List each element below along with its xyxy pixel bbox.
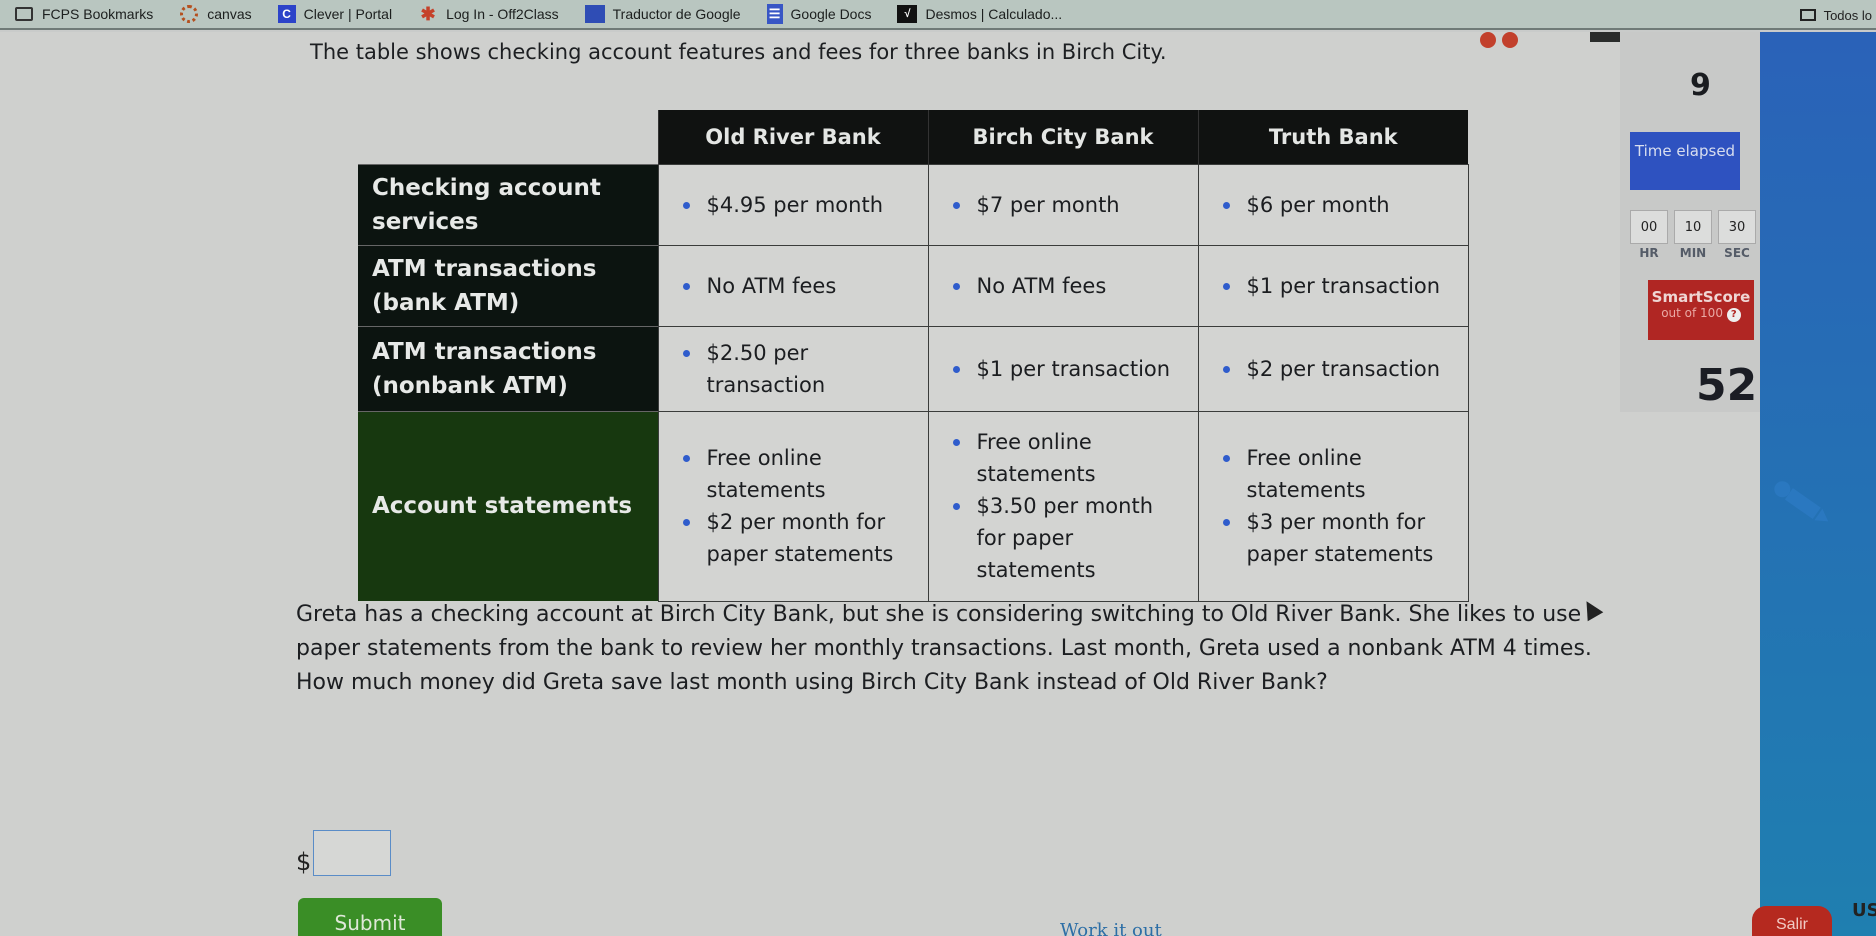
bookmark-label: Desmos | Calculado... xyxy=(925,6,1063,22)
all-bookmarks-label: Todos lo xyxy=(1823,7,1872,23)
question-text: Greta has a checking account at Birch Ci… xyxy=(296,602,1592,695)
cell-item: $2.50 per transaction xyxy=(681,337,912,401)
bookmark-off2class[interactable]: ✱ Log In - Off2Class xyxy=(418,3,559,24)
table-row: Checking account services $4.95 per mont… xyxy=(358,163,1469,246)
timer-label-sec: SEC xyxy=(1724,246,1750,260)
bookmark-clever[interactable]: C Clever | Portal xyxy=(277,5,393,23)
row-header: ATM transactions (nonbank ATM) xyxy=(358,325,658,411)
cell-item: $2 per transaction xyxy=(1221,353,1452,385)
timer-labels: HR MIN SEC xyxy=(1630,246,1756,260)
smartscore-box: SmartScore out of 100 ? xyxy=(1648,280,1754,340)
table-row: ATM transactions (bank ATM) No ATM fees … xyxy=(358,244,1469,327)
answer-row: $ xyxy=(296,830,392,876)
bookmark-traductor[interactable]: Traductor de Google xyxy=(584,5,741,23)
timer-label-min: MIN xyxy=(1679,246,1707,260)
bookmark-label: Log In - Off2Class xyxy=(446,6,559,22)
dot-icon xyxy=(1502,32,1518,48)
cell-item: $6 per month xyxy=(1221,189,1452,221)
bookmarks-folder-icon xyxy=(1799,9,1816,21)
bookmark-desmos[interactable]: √ Desmos | Calculado... xyxy=(897,5,1062,23)
exit-button[interactable]: Salir xyxy=(1752,906,1832,936)
smartscore-title: SmartScore xyxy=(1651,288,1751,306)
column-header: Birch City Bank xyxy=(927,110,1198,164)
column-header: Truth Bank xyxy=(1197,110,1468,164)
cell-item: No ATM fees xyxy=(681,270,912,302)
timer-label-hr: HR xyxy=(1639,246,1659,260)
bookmark-label: Clever | Portal xyxy=(303,6,393,22)
column-header: Old River Bank xyxy=(657,110,928,164)
google-docs-icon: ☰ xyxy=(766,4,783,24)
bookmark-label: Traductor de Google xyxy=(612,6,741,22)
bookmark-canvas[interactable]: canvas xyxy=(179,5,252,23)
all-bookmarks[interactable]: Todos lo xyxy=(1799,0,1876,30)
problem-intro: The table shows checking account feature… xyxy=(310,40,1167,64)
bookmark-google-docs[interactable]: ☰ Google Docs xyxy=(766,4,872,24)
table-cell: $1 per transaction xyxy=(1197,244,1469,327)
table-row: Account statements Free online statement… xyxy=(358,410,1469,602)
bank-fees-table: Old River Bank Birch City Bank Truth Ban… xyxy=(358,110,1469,602)
bookmark-label: FCPS Bookmarks xyxy=(42,6,154,22)
table-cell: Free online statements $2 per month for … xyxy=(657,410,929,602)
question-number: 9 xyxy=(1690,68,1711,103)
bookmark-fcps[interactable]: FCPS Bookmarks xyxy=(14,5,153,23)
table-cell: Free online statements $3.50 per month f… xyxy=(927,410,1199,602)
timer-seconds: 30 xyxy=(1718,210,1756,244)
table-cell: $2.50 per transaction xyxy=(657,325,929,412)
answer-input[interactable] xyxy=(313,830,392,876)
row-header: Account statements xyxy=(358,410,658,601)
folder-icon xyxy=(14,5,34,23)
cell-item: $3.50 per month for paper statements xyxy=(951,490,1182,586)
clever-icon: C xyxy=(277,5,296,23)
table-cell: $1 per transaction xyxy=(927,325,1199,412)
bookmark-label: canvas xyxy=(207,6,252,22)
table-corner xyxy=(358,110,658,164)
table-cell: $6 per month xyxy=(1197,163,1469,246)
cell-item: $4.95 per month xyxy=(681,189,912,221)
timer-hours: 00 xyxy=(1630,210,1668,244)
dollar-sign: $ xyxy=(296,848,312,876)
cell-item: $1 per transaction xyxy=(1221,270,1452,302)
smartscore-subtitle: out of 100 xyxy=(1661,306,1723,320)
corner-text: US xyxy=(1852,900,1876,921)
desmos-icon: √ xyxy=(897,5,918,23)
cell-item: $1 per transaction xyxy=(951,353,1182,385)
google-translate-icon xyxy=(584,5,605,23)
table-row: ATM transactions (nonbank ATM) $2.50 per… xyxy=(358,325,1469,412)
submit-button[interactable]: Submit xyxy=(298,898,442,936)
table-cell: $2 per transaction xyxy=(1197,325,1469,412)
help-icon[interactable]: ? xyxy=(1726,308,1741,322)
canvas-icon xyxy=(179,5,199,23)
cell-item: Free online statements xyxy=(1221,442,1452,506)
table-cell: No ATM fees xyxy=(927,244,1199,327)
bookmark-label: Google Docs xyxy=(790,6,872,22)
table-cell: $7 per month xyxy=(927,163,1199,246)
work-it-out-link[interactable]: Work it out xyxy=(1060,920,1162,936)
loading-dots xyxy=(1480,32,1518,48)
cell-item: Free online statements xyxy=(681,442,912,506)
timer-minutes: 10 xyxy=(1674,210,1712,244)
row-header: ATM transactions (bank ATM) xyxy=(358,244,658,326)
table-cell: $4.95 per month xyxy=(657,163,929,246)
off2class-icon: ✱ xyxy=(420,3,436,24)
cell-item: $3 per month for paper statements xyxy=(1221,506,1452,570)
cell-item: $2 per month for paper statements xyxy=(681,506,912,570)
dot-icon xyxy=(1480,32,1496,48)
smartscore-value: 52 xyxy=(1696,360,1758,411)
cell-item: $7 per month xyxy=(951,189,1182,221)
timer: 00 10 30 xyxy=(1630,210,1756,244)
row-header: Checking account services xyxy=(358,163,658,245)
table-cell: Free online statements $3 per month for … xyxy=(1197,410,1469,602)
cell-item: No ATM fees xyxy=(951,270,1182,302)
time-elapsed-label: Time elapsed xyxy=(1630,132,1740,190)
cell-item: Free online statements xyxy=(951,426,1182,490)
table-cell: No ATM fees xyxy=(657,244,929,327)
bookmarks-bar: FCPS Bookmarks canvas C Clever | Portal … xyxy=(0,0,1876,30)
